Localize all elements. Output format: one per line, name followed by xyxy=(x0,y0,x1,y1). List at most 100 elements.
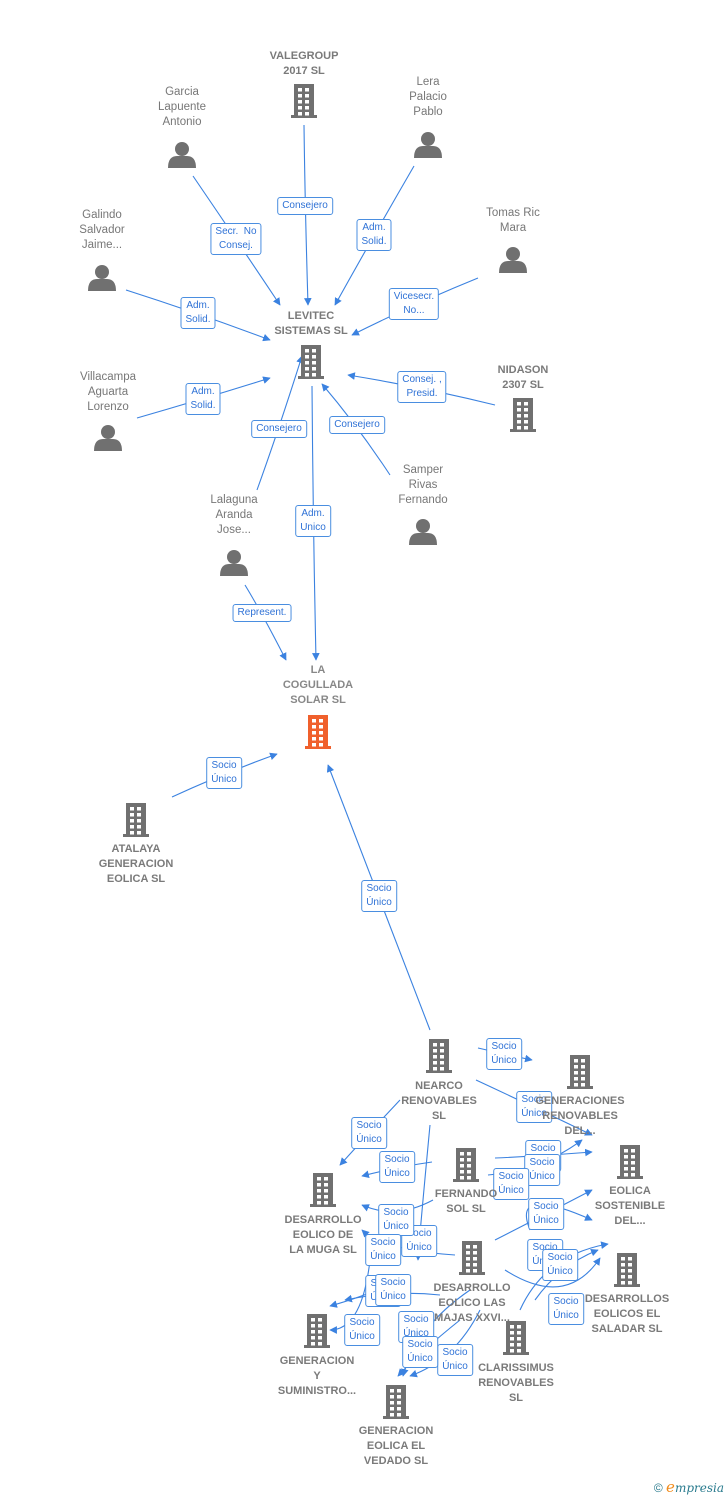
edge-label[interactable]: Consejero xyxy=(329,416,385,434)
edge-label[interactable]: Vicesecr. No... xyxy=(388,288,440,320)
edge-label[interactable]: Socio Único xyxy=(379,1151,415,1183)
node-label-line: 2017 SL xyxy=(283,65,325,77)
node-label-line: SOLAR SL xyxy=(290,694,346,706)
building-icon[interactable] xyxy=(453,1148,479,1182)
building-icon[interactable] xyxy=(426,1039,452,1073)
building-icon[interactable] xyxy=(305,715,331,749)
edge-label[interactable]: Socio Único xyxy=(493,1168,529,1200)
node-label[interactable]: LA COGULLADA SOLAR SL xyxy=(283,663,353,708)
node-label-line: SL xyxy=(431,1110,447,1122)
empresia-logo[interactable]: © empresia xyxy=(654,1478,724,1496)
edge-label[interactable]: Socio Único xyxy=(528,1198,564,1230)
building-icon[interactable] xyxy=(123,803,149,837)
node-label-line: Lalaguna xyxy=(210,494,258,506)
edge-label[interactable]: Adm. Solid. xyxy=(180,297,216,329)
building-icon[interactable] xyxy=(617,1145,643,1179)
node-label[interactable]: LEVITEC SISTEMAS SL xyxy=(274,309,347,339)
edge-label[interactable]: Socio Único xyxy=(486,1038,522,1070)
edge-label[interactable]: Socio Único xyxy=(542,1249,578,1281)
node-label-line: Pablo xyxy=(413,106,443,118)
node-label[interactable]: NEARCO RENOVABLES SL xyxy=(401,1079,477,1124)
edge-label[interactable]: Consejero xyxy=(251,420,307,438)
node-label[interactable]: Villacampa Aguarta Lorenzo xyxy=(80,370,136,415)
edge-label[interactable]: Socio Único xyxy=(524,1154,560,1186)
node-label-line: DEL... xyxy=(614,1215,646,1227)
person-icon[interactable] xyxy=(94,425,122,451)
edge-label[interactable]: Adm. Unico xyxy=(295,505,331,537)
node-label[interactable]: CLARISSIMUS RENOVABLES SL xyxy=(478,1361,554,1406)
node-label[interactable]: GENERACIONES RENOVABLES DEL... xyxy=(535,1094,624,1139)
edge-label[interactable]: Adm. Solid. xyxy=(356,219,392,251)
node-label[interactable]: VALEGROUP 2017 SL xyxy=(270,49,339,79)
edge-label[interactable]: Socio Único xyxy=(402,1336,438,1368)
node-label[interactable]: GENERACION EOLICA EL VEDADO SL xyxy=(359,1424,434,1469)
building-icon[interactable] xyxy=(298,345,324,379)
edge-label[interactable]: Socio Único xyxy=(378,1204,414,1236)
node-label-line: EOLICO DE xyxy=(292,1229,354,1241)
node-label-line: GENERACION xyxy=(279,1355,355,1367)
node-label[interactable]: EOLICA SOSTENIBLE DEL... xyxy=(595,1184,665,1229)
node-label[interactable]: Lalaguna Aranda Jose... xyxy=(210,493,257,538)
node-label-line: VEDADO SL xyxy=(363,1455,429,1467)
node-label-line: EOLICA xyxy=(609,1185,651,1197)
person-icon[interactable] xyxy=(220,550,248,576)
building-icon[interactable] xyxy=(310,1173,336,1207)
node-label[interactable]: NIDASON 2307 SL xyxy=(498,363,549,393)
building-icon[interactable] xyxy=(383,1385,409,1419)
node-label[interactable]: Samper Rivas Fernando xyxy=(398,463,447,508)
edge-label[interactable]: Socio Único xyxy=(548,1293,584,1325)
node-label[interactable]: DESARROLLOS EOLICOS EL SALADAR SL xyxy=(585,1292,669,1337)
node-label-line: GENERACION xyxy=(358,1425,434,1437)
node-label-line: Aguarta xyxy=(87,386,129,398)
person-icon[interactable] xyxy=(409,519,437,545)
node-label[interactable]: FERNANDO SOL SL xyxy=(435,1187,497,1217)
building-icon[interactable] xyxy=(503,1321,529,1355)
edge-label[interactable]: Consej. , Presid. xyxy=(397,371,447,403)
node-label[interactable]: DESARROLLO EOLICO DE LA MUGA SL xyxy=(285,1213,362,1258)
node-label-line: Lapuente xyxy=(158,101,206,113)
building-icon[interactable] xyxy=(459,1241,485,1275)
edge-label[interactable]: Represent. xyxy=(232,604,292,622)
node-label[interactable]: ATALAYA GENERACION EOLICA SL xyxy=(99,842,174,887)
building-icon[interactable] xyxy=(291,84,317,118)
building-icon[interactable] xyxy=(304,1314,330,1348)
edge-label[interactable]: Socio Único xyxy=(344,1314,380,1346)
node-label-line: ATALAYA xyxy=(111,843,161,855)
node-label[interactable]: Lera Palacio Pablo xyxy=(409,75,447,120)
node-label-line: NEARCO xyxy=(415,1080,463,1092)
node-label-line: Mara xyxy=(499,222,527,234)
node-label[interactable]: Tomas Ric Mara xyxy=(486,206,540,236)
node-label[interactable]: DESARROLLO EOLICO LAS MAJAS XXVI... xyxy=(434,1281,511,1326)
node-label-line: Lorenzo xyxy=(87,401,129,413)
edge-label[interactable]: Socio Único xyxy=(375,1274,411,1306)
node-label-line: LEVITEC xyxy=(287,310,335,322)
edge-label[interactable]: Consejero xyxy=(277,197,333,215)
edge-label[interactable]: Socio Único xyxy=(361,880,397,912)
edge-label[interactable]: Socio Único xyxy=(206,757,242,789)
node-label[interactable]: GENERACION Y SUMINISTRO... xyxy=(278,1354,356,1399)
node-label[interactable]: Garcia Lapuente Antonio xyxy=(158,85,206,130)
person-icon[interactable] xyxy=(88,265,116,291)
edge-label[interactable]: Secr. No Consej. xyxy=(210,223,262,255)
edge-label[interactable]: Socio Único xyxy=(351,1117,387,1149)
person-icon[interactable] xyxy=(414,132,442,158)
node-label-line: SISTEMAS SL xyxy=(274,325,348,337)
edge-label[interactable]: Socio Único xyxy=(437,1344,473,1376)
person-icon[interactable] xyxy=(499,247,527,273)
copyright-symbol: © xyxy=(653,1481,663,1495)
node-label-line: Salvador xyxy=(79,224,125,236)
node-label-line: SALADAR SL xyxy=(591,1323,663,1335)
edge-label[interactable]: Adm. Solid. xyxy=(185,383,221,415)
node-label-line: Antonio xyxy=(162,116,202,128)
person-icon[interactable] xyxy=(168,142,196,168)
building-icon[interactable] xyxy=(510,398,536,432)
building-icon[interactable] xyxy=(614,1253,640,1287)
node-label-line: RENOVABLES xyxy=(478,1377,554,1389)
edge-label[interactable]: Socio Único xyxy=(365,1234,401,1266)
node-label[interactable]: Galindo Salvador Jaime... xyxy=(79,208,124,253)
node-label-line: Rivas xyxy=(408,479,438,491)
node-label-line: DEL... xyxy=(564,1125,596,1137)
building-icon[interactable] xyxy=(567,1055,593,1089)
node-label-line: NIDASON xyxy=(497,364,549,376)
node-label-line: Fernando xyxy=(398,494,448,506)
